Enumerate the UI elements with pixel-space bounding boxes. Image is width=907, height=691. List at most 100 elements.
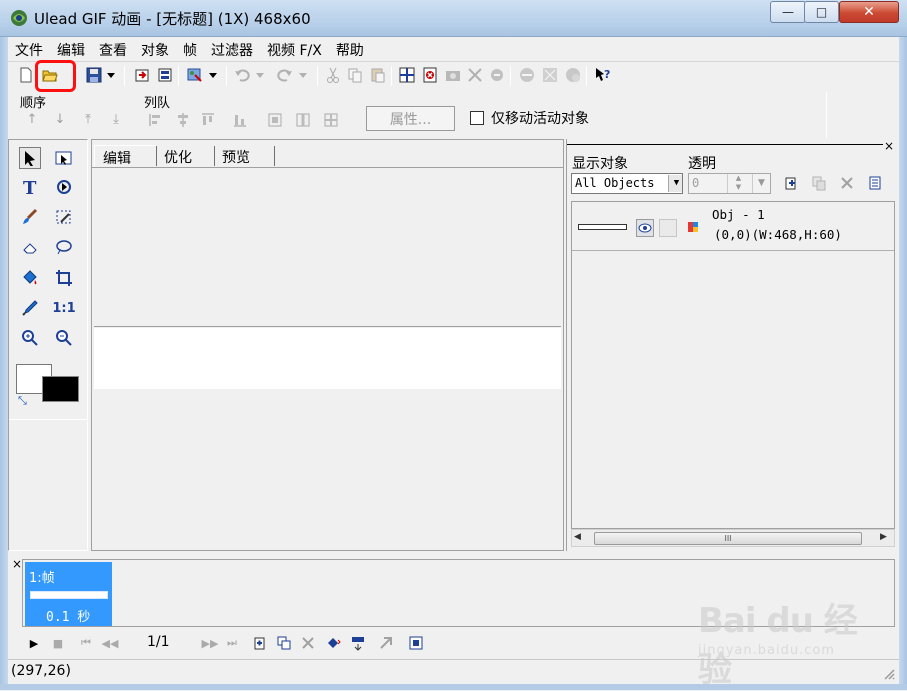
frame-properties-icon[interactable] (398, 66, 416, 84)
plugin-icon[interactable] (488, 66, 506, 84)
transform-tool[interactable] (53, 176, 75, 198)
optimize-dropdown-icon[interactable] (207, 66, 219, 84)
maximize-button[interactable]: □ (804, 1, 839, 23)
tab-optimize[interactable]: 优化 (156, 145, 214, 167)
minimize-button[interactable]: — (770, 1, 806, 23)
center-both-icon[interactable] (323, 112, 339, 128)
align-bottom-icon[interactable] (232, 112, 248, 128)
eraser-tool[interactable] (19, 236, 41, 258)
scroll-left-icon[interactable]: ◀ (574, 532, 581, 542)
undo-dropdown-icon[interactable] (254, 66, 266, 84)
reverse-frames-icon[interactable] (350, 635, 366, 651)
undo-icon[interactable] (233, 66, 251, 84)
frame-properties-small-icon[interactable] (408, 635, 424, 651)
zoom-in-tool[interactable] (19, 327, 41, 349)
send-to-back-icon[interactable]: ⤓ (109, 112, 123, 128)
tab-preview[interactable]: 预览 (214, 145, 274, 167)
frame-thumbnail[interactable]: 1:帧 0.1 秒 (25, 562, 112, 626)
scroll-right-icon[interactable]: ▶ (880, 532, 887, 542)
center-vertical-icon[interactable] (295, 112, 311, 128)
zoom-out-tool[interactable] (53, 327, 75, 349)
crop-tool[interactable] (53, 267, 75, 289)
object-list-scrollbar[interactable]: ◀ III ▶ (571, 529, 895, 547)
paste-icon[interactable] (369, 66, 387, 84)
frame-panel-close-icon[interactable]: × (12, 557, 22, 571)
export-icon[interactable] (156, 66, 174, 84)
lasso-tool[interactable] (53, 236, 75, 258)
duplicate-frame-icon[interactable] (276, 635, 292, 651)
menu-file[interactable]: 文件 (8, 38, 50, 60)
last-frame-icon[interactable]: ⏭ (224, 635, 240, 651)
pick-area-tool[interactable] (53, 147, 75, 169)
add-frame-icon[interactable] (252, 635, 268, 651)
play-icon[interactable]: ▶ (26, 635, 42, 651)
pick-tool[interactable] (19, 147, 41, 169)
object-properties-icon[interactable] (867, 175, 883, 191)
first-frame-icon[interactable]: ⏮ (78, 635, 94, 651)
copy-icon[interactable] (346, 66, 364, 84)
visibility-toggle[interactable] (636, 219, 654, 237)
align-center-icon[interactable] (175, 112, 191, 128)
menu-video-fx[interactable]: 视频 F/X (260, 38, 329, 60)
background-color-swatch[interactable] (42, 376, 79, 402)
tween-icon[interactable] (541, 66, 559, 84)
transform-frame-icon[interactable] (378, 635, 394, 651)
redo-dropdown-icon[interactable] (297, 66, 309, 84)
import-icon[interactable] (133, 66, 151, 84)
tab-edit[interactable]: 编辑 (94, 145, 156, 167)
move-active-checkbox[interactable] (470, 111, 484, 125)
camera-icon[interactable] (444, 66, 462, 84)
stop-icon[interactable]: ■ (50, 635, 66, 651)
object-panel-close-icon[interactable]: × (884, 139, 894, 153)
text-tool[interactable]: T (19, 176, 41, 198)
swap-colors-icon[interactable]: ⤡ (18, 394, 27, 408)
edit-area-background[interactable] (94, 169, 561, 327)
bring-forward-icon[interactable]: ↑ (25, 112, 39, 128)
transparency-spinner[interactable]: ▲ ▼ (727, 174, 749, 193)
magic-wand-tool[interactable] (53, 206, 75, 228)
browser-preview-icon[interactable] (518, 66, 536, 84)
image-canvas[interactable] (94, 328, 561, 389)
help-pointer-icon[interactable]: ? (594, 66, 612, 84)
center-horizontal-icon[interactable] (267, 112, 283, 128)
menu-filter[interactable]: 过滤器 (204, 38, 260, 60)
eyedropper-tool[interactable] (19, 297, 41, 319)
new-object-icon[interactable] (783, 175, 799, 191)
bring-to-front-icon[interactable]: ⤒ (81, 112, 95, 128)
title-bar[interactable]: Ulead GIF 动画 - [无标题] (1X) 468x60 — □ ✕ (0, 0, 907, 37)
menu-view[interactable]: 查看 (92, 38, 134, 60)
menu-edit[interactable]: 编辑 (50, 38, 92, 60)
menu-object[interactable]: 对象 (134, 38, 176, 60)
new-file-icon[interactable] (17, 66, 35, 84)
show-objects-select[interactable]: All Objects ▼ (571, 173, 683, 194)
next-frame-icon[interactable]: ▶▶ (202, 635, 219, 651)
fill-tool[interactable] (19, 267, 41, 289)
redo-icon[interactable] (276, 66, 294, 84)
previous-frame-icon[interactable]: ◀◀ (102, 635, 119, 651)
save-dropdown-icon[interactable] (105, 66, 117, 84)
lock-toggle[interactable] (659, 219, 677, 237)
cut-icon[interactable] (324, 66, 342, 84)
transparency-dropdown-icon[interactable]: ▼ (752, 174, 770, 193)
optimize-icon[interactable] (186, 66, 204, 84)
duplicate-object-icon[interactable] (811, 175, 827, 191)
menu-frame[interactable]: 帧 (176, 38, 204, 60)
tween-frames-icon[interactable] (326, 635, 342, 651)
save-icon[interactable] (85, 66, 103, 84)
resize-grip-icon[interactable] (881, 666, 895, 680)
delete-frame-icon[interactable] (421, 66, 439, 84)
delete-frame-small-icon[interactable] (300, 635, 316, 651)
menu-help[interactable]: 帮助 (329, 38, 371, 60)
actual-size-tool[interactable]: 1:1 (52, 297, 75, 319)
resize-icon[interactable] (466, 66, 484, 84)
close-button[interactable]: ✕ (839, 1, 899, 23)
scrollbar-thumb[interactable]: III (594, 532, 862, 545)
align-top-icon[interactable] (200, 112, 216, 128)
chevron-down-icon[interactable]: ▼ (668, 175, 682, 192)
brush-tool[interactable] (19, 206, 41, 228)
send-backward-icon[interactable]: ↓ (53, 112, 67, 128)
delete-object-icon[interactable] (839, 175, 855, 191)
properties-button[interactable]: 属性... (366, 106, 455, 131)
globe-icon[interactable] (564, 66, 582, 84)
object-row[interactable]: Obj - 1 (0,0)(W:468,H:60) (572, 202, 894, 251)
